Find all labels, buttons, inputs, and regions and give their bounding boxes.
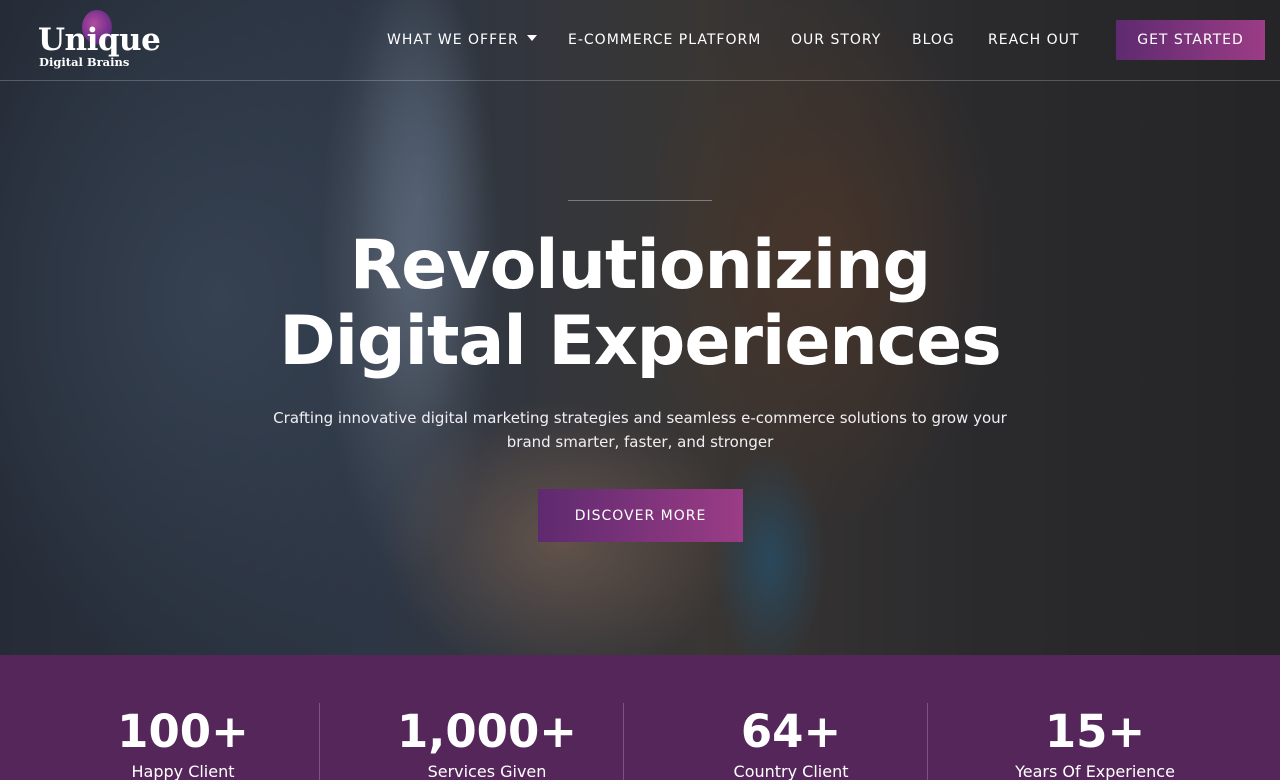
stat-divider [319,703,320,780]
nav-item-ecommerce-platform[interactable]: E-COMMERCE PLATFORM [568,29,761,51]
main-nav: WHAT WE OFFER E-COMMERCE PLATFORM OUR ST… [0,29,1280,51]
stat-divider [927,703,928,780]
hero-headline: Revolutionizing Digital Experiences [0,228,1280,380]
stat-value: 100+ [117,705,249,758]
discover-more-button[interactable]: DISCOVER MORE [538,489,743,542]
stats-bar: 100+ Happy Client 1,000+ Services Given … [0,655,1280,780]
headline-line-1: Revolutionizing [349,226,931,305]
stat-label: Services Given [427,762,547,780]
stat-country-client: 64+ Country Client [639,655,943,780]
stat-label: Country Client [733,762,849,780]
chevron-down-icon [526,35,537,41]
get-started-button[interactable]: GET STARTED [1116,20,1265,60]
stat-happy-client: 100+ Happy Client [31,655,335,780]
stat-services-given: 1,000+ Services Given [335,655,639,780]
divider [568,200,712,201]
logo-tagline: Digital Brains [39,55,130,69]
nav-item-reach-out[interactable]: REACH OUT [988,29,1079,51]
nav-item-label: WHAT WE OFFER [387,32,519,48]
stat-divider [623,703,624,780]
headline-line-2: Digital Experiences [279,302,1002,381]
nav-item-blog[interactable]: BLOG [912,29,955,51]
nav-item-what-we-offer[interactable]: WHAT WE OFFER [387,29,537,51]
stat-years-experience: 15+ Years Of Experience [943,655,1247,780]
nav-item-our-story[interactable]: OUR STORY [791,29,881,51]
hero-subtext: Crafting innovative digital marketing st… [273,409,1007,451]
stat-label: Happy Client [131,762,235,780]
stat-value: 64+ [740,705,842,758]
stat-label: Years Of Experience [1015,762,1175,780]
stat-value: 1,000+ [396,705,578,758]
site-header: Unique Digital Brains WHAT WE OFFER E-CO… [0,0,1280,81]
hero-section: Unique Digital Brains WHAT WE OFFER E-CO… [0,0,1280,655]
stat-value: 15+ [1044,705,1146,758]
